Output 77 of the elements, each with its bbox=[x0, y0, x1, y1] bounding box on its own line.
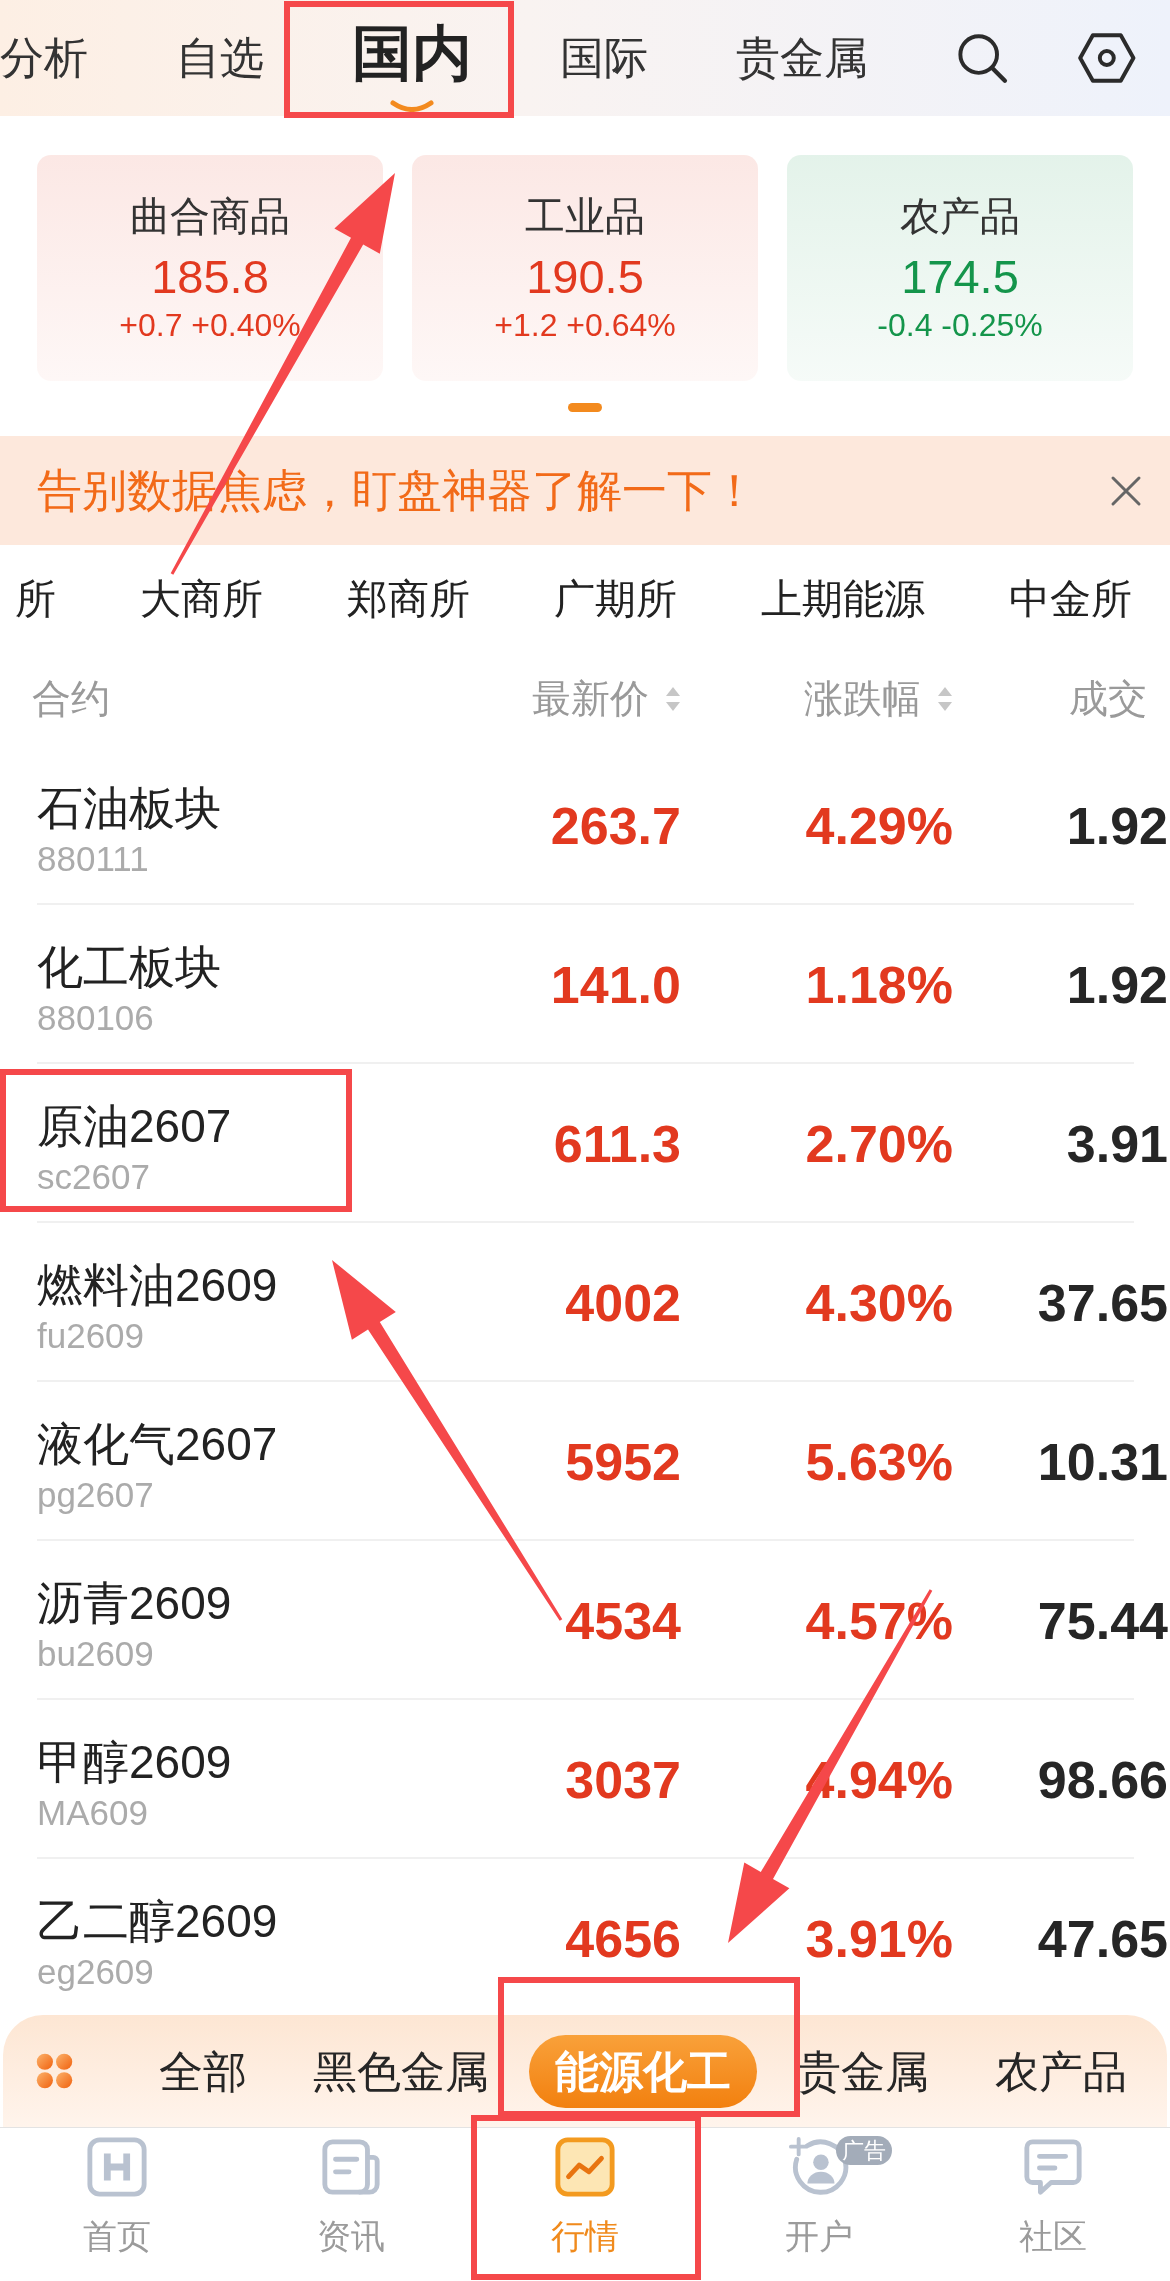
volume-value: 37.65 bbox=[1036, 1272, 1169, 1333]
category-tab[interactable]: 农产品 bbox=[969, 2034, 1153, 2108]
category-tab[interactable]: 黑色金属 bbox=[287, 2034, 515, 2108]
top-tab[interactable]: 国内 bbox=[352, 22, 472, 116]
exchange-tab[interactable]: 中金所 bbox=[1009, 572, 1132, 625]
volume-value: 10.31 bbox=[1036, 1431, 1169, 1492]
index-card[interactable]: 工业品 190.5 +1.2 +0.64% bbox=[412, 155, 758, 381]
last-price: 4002 bbox=[564, 1272, 681, 1333]
index-change: +1.2 +0.64% bbox=[494, 306, 676, 345]
change-percent: 4.29% bbox=[804, 795, 953, 856]
column-header: 合约 bbox=[32, 676, 110, 722]
index-value: 185.8 bbox=[151, 249, 269, 305]
index-name: 工业品 bbox=[525, 193, 645, 240]
top-tab[interactable]: 贵金属 bbox=[736, 30, 868, 86]
contract-code: fu2609 bbox=[37, 1315, 146, 1357]
volume-value: 3.91 bbox=[1065, 1113, 1169, 1174]
index-name: 曲合商品 bbox=[130, 193, 290, 240]
contract-code: 880106 bbox=[37, 997, 155, 1039]
contract-code: MA609 bbox=[37, 1792, 149, 1834]
contract-code: pg2607 bbox=[37, 1474, 155, 1516]
volume-value: 1.92 bbox=[1065, 795, 1169, 856]
top-tab[interactable]: 国际 bbox=[560, 30, 648, 86]
last-price: 4534 bbox=[564, 1590, 681, 1651]
column-header: 最新价 bbox=[532, 676, 649, 722]
contract-name: 乙二醇2609 bbox=[37, 1895, 279, 1947]
index-value: 190.5 bbox=[526, 249, 644, 305]
volume-value: 1.92 bbox=[1065, 954, 1169, 1015]
index-value: 174.5 bbox=[901, 249, 1019, 305]
contract-code: 880111 bbox=[37, 838, 150, 880]
column-header: 成交 bbox=[1069, 676, 1147, 722]
top-tab[interactable]: 分析 bbox=[0, 30, 88, 86]
document-icon bbox=[320, 2136, 382, 2198]
chat-bubble-icon bbox=[1022, 2136, 1084, 2198]
index-name: 农产品 bbox=[900, 193, 1020, 240]
volume-value: 47.65 bbox=[1036, 1908, 1169, 1969]
last-price: 3037 bbox=[564, 1749, 681, 1810]
contract-name: 原油2607 bbox=[37, 1100, 233, 1152]
exchange-tab[interactable]: 广期所 bbox=[554, 572, 677, 625]
volume-value: 98.66 bbox=[1036, 1749, 1169, 1810]
last-price: 4656 bbox=[564, 1908, 681, 1969]
last-price: 263.7 bbox=[549, 795, 681, 856]
last-price: 5952 bbox=[564, 1431, 681, 1492]
contract-name: 化工板块 bbox=[37, 941, 222, 993]
tab-indicator-icon bbox=[390, 100, 434, 112]
chart-tile-icon bbox=[554, 2136, 616, 2198]
page-dash-icon bbox=[568, 403, 602, 412]
index-change: -0.4 -0.25% bbox=[877, 306, 1043, 345]
exchange-tab[interactable]: 大商所 bbox=[140, 572, 263, 625]
volume-value: 75.44 bbox=[1036, 1590, 1169, 1651]
top-tab[interactable]: 自选 bbox=[176, 30, 264, 86]
change-percent: 5.63% bbox=[804, 1431, 953, 1492]
category-tab[interactable]: 贵金属 bbox=[771, 2034, 955, 2108]
last-price: 141.0 bbox=[549, 954, 681, 1015]
change-percent: 2.70% bbox=[804, 1113, 953, 1174]
contract-name: 液化气2607 bbox=[37, 1418, 279, 1470]
h-tile-icon bbox=[86, 2136, 148, 2198]
exchange-tab[interactable]: 上期能源 bbox=[761, 572, 925, 625]
change-percent: 3.91% bbox=[804, 1908, 953, 1969]
index-card[interactable]: 农产品 174.5 -0.4 -0.25% bbox=[787, 155, 1133, 381]
change-percent: 1.18% bbox=[804, 954, 953, 1015]
exchange-tab[interactable]: 郑商所 bbox=[347, 572, 470, 625]
last-price: 611.3 bbox=[552, 1113, 681, 1174]
exchange-tab[interactable]: 所 bbox=[15, 572, 56, 625]
contract-code: bu2609 bbox=[37, 1633, 155, 1675]
contract-code: sc2607 bbox=[37, 1156, 151, 1198]
contract-name: 燃料油2609 bbox=[37, 1259, 279, 1311]
close-icon[interactable] bbox=[1110, 474, 1142, 507]
index-change: +0.7 +0.40% bbox=[119, 306, 301, 345]
ad-badge: 广告 bbox=[836, 2136, 892, 2165]
contract-name: 沥青2609 bbox=[37, 1577, 233, 1629]
contract-name: 石油板块 bbox=[37, 782, 222, 834]
contract-name: 甲醇2609 bbox=[37, 1736, 233, 1788]
category-tab[interactable]: 全部 bbox=[133, 2034, 273, 2108]
contract-code: eg2609 bbox=[37, 1951, 155, 1993]
index-card[interactable]: 曲合商品 185.8 +0.7 +0.40% bbox=[37, 155, 383, 381]
column-header: 涨跌幅 bbox=[804, 676, 921, 722]
change-percent: 4.30% bbox=[804, 1272, 953, 1333]
